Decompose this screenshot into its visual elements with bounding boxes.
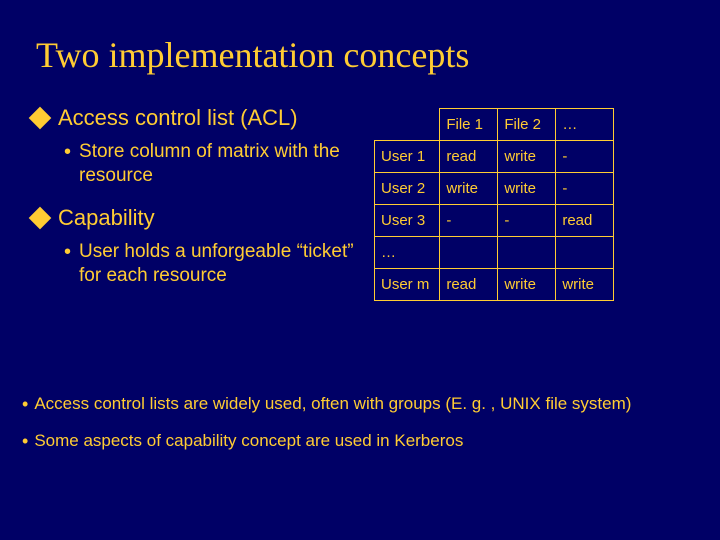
footer-item: • Some aspects of capability concept are… (22, 430, 690, 453)
right-column: File 1 File 2 … User 1 read write - User… (374, 104, 690, 304)
cap-heading: Capability (58, 204, 155, 232)
cell: - (440, 205, 498, 237)
slide: Two implementation concepts Access contr… (0, 0, 720, 540)
bullet-acl: Access control list (ACL) (30, 104, 360, 132)
diamond-icon (29, 207, 52, 230)
acl-sub: Store column of matrix with the resource (79, 140, 360, 189)
bullet-capability: Capability (30, 204, 360, 232)
sub-bullet-acl: • Store column of matrix with the resour… (64, 140, 360, 189)
cell: write (556, 269, 614, 301)
left-column: Access control list (ACL) • Store column… (30, 104, 360, 304)
table-row: User 1 read write - (375, 141, 614, 173)
content-columns: Access control list (ACL) • Store column… (30, 104, 690, 304)
cell: write (498, 269, 556, 301)
cap-sub: User holds a unforgeable “ticket” for ea… (79, 240, 360, 289)
cell: - (556, 141, 614, 173)
cell (556, 237, 614, 269)
sub-bullet-capability: • User holds a unforgeable “ticket” for … (64, 240, 360, 289)
footer-text-1: Access control lists are widely used, of… (34, 393, 631, 415)
table-row: File 1 File 2 … (375, 109, 614, 141)
cell: read (556, 205, 614, 237)
footer: • Access control lists are widely used, … (22, 393, 690, 466)
col-header: File 2 (498, 109, 556, 141)
cell: write (440, 173, 498, 205)
bullet-icon: • (22, 393, 28, 416)
cell: - (498, 205, 556, 237)
row-header: User 3 (375, 205, 440, 237)
cell: write (498, 141, 556, 173)
bullet-icon: • (22, 430, 28, 453)
diamond-icon (29, 107, 52, 130)
bullet-icon: • (64, 140, 71, 164)
row-header: … (375, 237, 440, 269)
row-header: User m (375, 269, 440, 301)
acl-heading: Access control list (ACL) (58, 104, 298, 132)
table-row: User 3 - - read (375, 205, 614, 237)
page-title: Two implementation concepts (36, 34, 690, 76)
footer-text-2: Some aspects of capability concept are u… (34, 430, 463, 452)
table-corner (375, 109, 440, 141)
footer-item: • Access control lists are widely used, … (22, 393, 690, 416)
cell (440, 237, 498, 269)
cell: read (440, 141, 498, 173)
row-header: User 2 (375, 173, 440, 205)
table-row: User m read write write (375, 269, 614, 301)
col-header: … (556, 109, 614, 141)
cell: write (498, 173, 556, 205)
cell (498, 237, 556, 269)
table-row: … (375, 237, 614, 269)
cell: - (556, 173, 614, 205)
bullet-icon: • (64, 240, 71, 264)
permission-table: File 1 File 2 … User 1 read write - User… (374, 108, 614, 301)
row-header: User 1 (375, 141, 440, 173)
col-header: File 1 (440, 109, 498, 141)
cell: read (440, 269, 498, 301)
table-row: User 2 write write - (375, 173, 614, 205)
